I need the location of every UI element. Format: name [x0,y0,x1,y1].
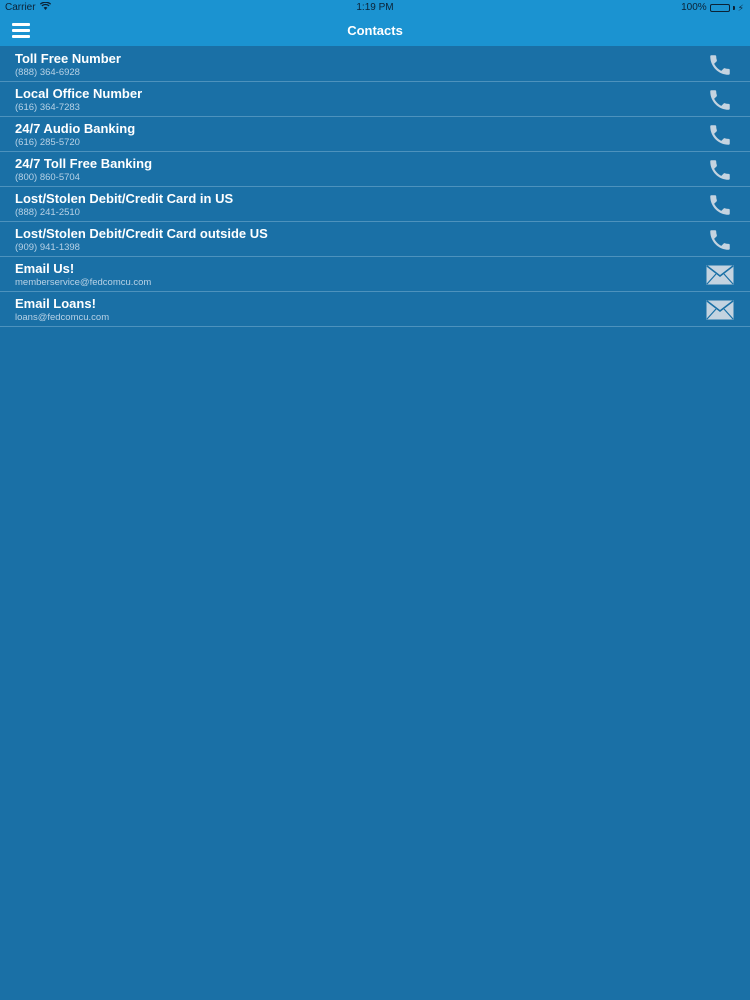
battery-tip [732,5,735,10]
contact-row[interactable]: Lost/Stolen Debit/Credit Card in US (888… [0,187,750,222]
contact-title: 24/7 Toll Free Banking [15,156,153,171]
contact-phone: (800) 860-5704 [15,172,80,183]
contact-title: Email Us! [15,261,75,276]
phone-icon[interactable] [706,227,734,253]
contact-title: Toll Free Number [15,51,121,66]
mail-icon[interactable] [706,297,734,323]
contact-row[interactable]: 24/7 Toll Free Banking (800) 860-5704 [0,152,750,187]
contact-phone: (909) 941-1398 [15,242,80,253]
contact-title: Lost/Stolen Debit/Credit Card in US [15,191,234,206]
contact-row[interactable]: Email Loans! loans@fedcomcu.com [0,292,750,327]
contact-row[interactable]: 24/7 Audio Banking (616) 285-5720 [0,117,750,152]
nav-bar: Contacts [0,16,750,46]
contact-title: Email Loans! [15,296,96,311]
contact-phone: (616) 285-5720 [15,137,80,148]
contact-phone: (888) 241-2510 [15,207,80,218]
phone-icon[interactable] [706,87,734,113]
contact-phone: (616) 364-7283 [15,102,80,113]
contact-row[interactable]: Email Us! memberservice@fedcomcu.com [0,257,750,292]
phone-icon[interactable] [706,122,734,148]
phone-icon[interactable] [706,157,734,183]
phone-icon[interactable] [706,52,734,78]
phone-icon[interactable] [706,192,734,218]
battery-percent: 100% [681,2,707,13]
contact-row[interactable]: Local Office Number (616) 364-7283 [0,82,750,117]
contact-title: Local Office Number [15,86,143,101]
contact-row[interactable]: Lost/Stolen Debit/Credit Card outside US… [0,222,750,257]
mail-icon[interactable] [706,262,734,288]
status-time: 1:19 PM [356,2,394,13]
status-right: 100% ⚡ [681,2,744,13]
status-bar: Carrier 1:19 PM 100% ⚡ [0,0,750,16]
contact-title: Lost/Stolen Debit/Credit Card outside US [15,226,268,241]
page-title: Contacts [347,23,403,38]
battery-icon [709,3,730,12]
contact-phone: (888) 364-6928 [15,67,80,78]
charging-icon: ⚡ [737,2,744,13]
contacts-list: Toll Free Number (888) 364-6928 Local Of… [0,47,750,327]
contact-email: loans@fedcomcu.com [15,312,110,323]
contact-email: memberservice@fedcomcu.com [15,277,152,288]
contact-row[interactable]: Toll Free Number (888) 364-6928 [0,47,750,82]
contact-title: 24/7 Audio Banking [15,121,136,136]
